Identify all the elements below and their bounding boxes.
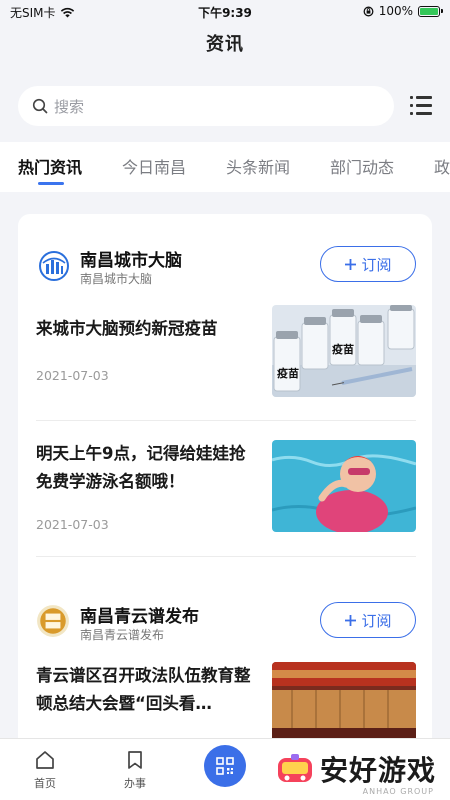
tab-hot-news[interactable]: 热门资讯 (18, 154, 82, 178)
news-title: 明天上午9点，记得给娃娃抢免费学游泳名额哦！ (36, 444, 246, 491)
news-card: 南昌城市大脑 南昌城市大脑 订阅 来城市大脑预约新冠疫苗 2021-07-03 (18, 214, 432, 774)
tab-politics[interactable]: 政 (434, 154, 450, 178)
status-bar: 无SIM卡 下午9:39 100% (0, 0, 450, 24)
city-brain-logo-icon (39, 251, 69, 281)
watermark-subtext: ANHAO GROUP (362, 787, 434, 796)
search-input[interactable]: 搜索 (18, 86, 394, 126)
bottom-nav: 首页 办事 安好游戏 ANHAO GROUP (0, 738, 450, 800)
qingyunpu-logo-icon (37, 605, 69, 637)
news-title: 青云谱区召开政法队伍教育整顿总结大会暨“回头看… (36, 666, 251, 713)
gamepad-logo-icon (277, 754, 312, 782)
page-title: 资讯 (206, 34, 244, 55)
nav-home-label: 首页 (34, 777, 56, 790)
source-header[interactable]: 南昌青云谱发布 南昌青云谱发布 订阅 (36, 598, 416, 646)
source-subtitle: 南昌青云谱发布 (80, 628, 165, 642)
category-tabs: 热门资讯 今日南昌 头条新闻 部门动态 政 (0, 142, 450, 192)
nav-home[interactable]: 首页 (20, 749, 70, 791)
source-header[interactable]: 南昌城市大脑 南昌城市大脑 订阅 (36, 242, 416, 290)
search-placeholder: 搜索 (54, 97, 85, 116)
divider (36, 420, 416, 421)
battery-icon (418, 5, 443, 17)
subscribe-label: 订阅 (361, 611, 392, 630)
tab-indicator (38, 182, 64, 185)
home-icon (36, 751, 54, 769)
subscribe-button[interactable]: 订阅 (320, 246, 416, 282)
vaccine-vials-image: 疫苗 疫苗 (272, 305, 416, 397)
search-icon (32, 98, 48, 114)
source-name: 南昌青云谱发布 (80, 607, 199, 627)
divider (36, 556, 416, 557)
tab-department-news[interactable]: 部门动态 (330, 154, 394, 178)
orientation-lock-icon (363, 6, 374, 16)
news-title: 来城市大脑预约新冠疫苗 (36, 319, 218, 338)
status-right: 100% (363, 4, 443, 18)
source-name: 南昌城市大脑 (80, 251, 182, 271)
watermark-logo: 安好游戏 ANHAO GROUP (276, 749, 436, 796)
nav-services[interactable]: 办事 (110, 749, 160, 791)
watermark-text: 安好游戏 (319, 754, 436, 787)
child-swimming-image (272, 440, 416, 532)
subscribe-button[interactable]: 订阅 (320, 602, 416, 638)
source-subtitle: 南昌城市大脑 (80, 272, 153, 286)
qr-scan-icon (216, 757, 234, 775)
plus-icon (345, 614, 357, 626)
news-date: 2021-07-03 (36, 517, 109, 532)
list-menu-icon[interactable] (410, 96, 432, 116)
battery-level (420, 7, 438, 15)
tab-headlines[interactable]: 头条新闻 (226, 154, 290, 178)
search-row: 搜索 (18, 86, 432, 126)
nav-services-label: 办事 (124, 777, 146, 790)
news-date: 2021-07-03 (36, 368, 109, 383)
thumb-label: 疫苗 (277, 366, 299, 380)
list-item[interactable]: 来城市大脑预约新冠疫苗 2021-07-03 疫苗 疫苗 (36, 305, 416, 425)
thumb-label: 疫苗 (332, 342, 354, 356)
bookmark-icon (128, 751, 142, 769)
subscribe-label: 订阅 (361, 255, 392, 274)
tab-today-nanchang[interactable]: 今日南昌 (122, 154, 186, 178)
list-item[interactable]: 明天上午9点，记得给娃娃抢免费学游泳名额哦！ 2021-07-03 (36, 440, 416, 560)
scan-button[interactable] (204, 745, 246, 787)
battery-percent: 100% (378, 4, 413, 18)
plus-icon (345, 258, 357, 270)
